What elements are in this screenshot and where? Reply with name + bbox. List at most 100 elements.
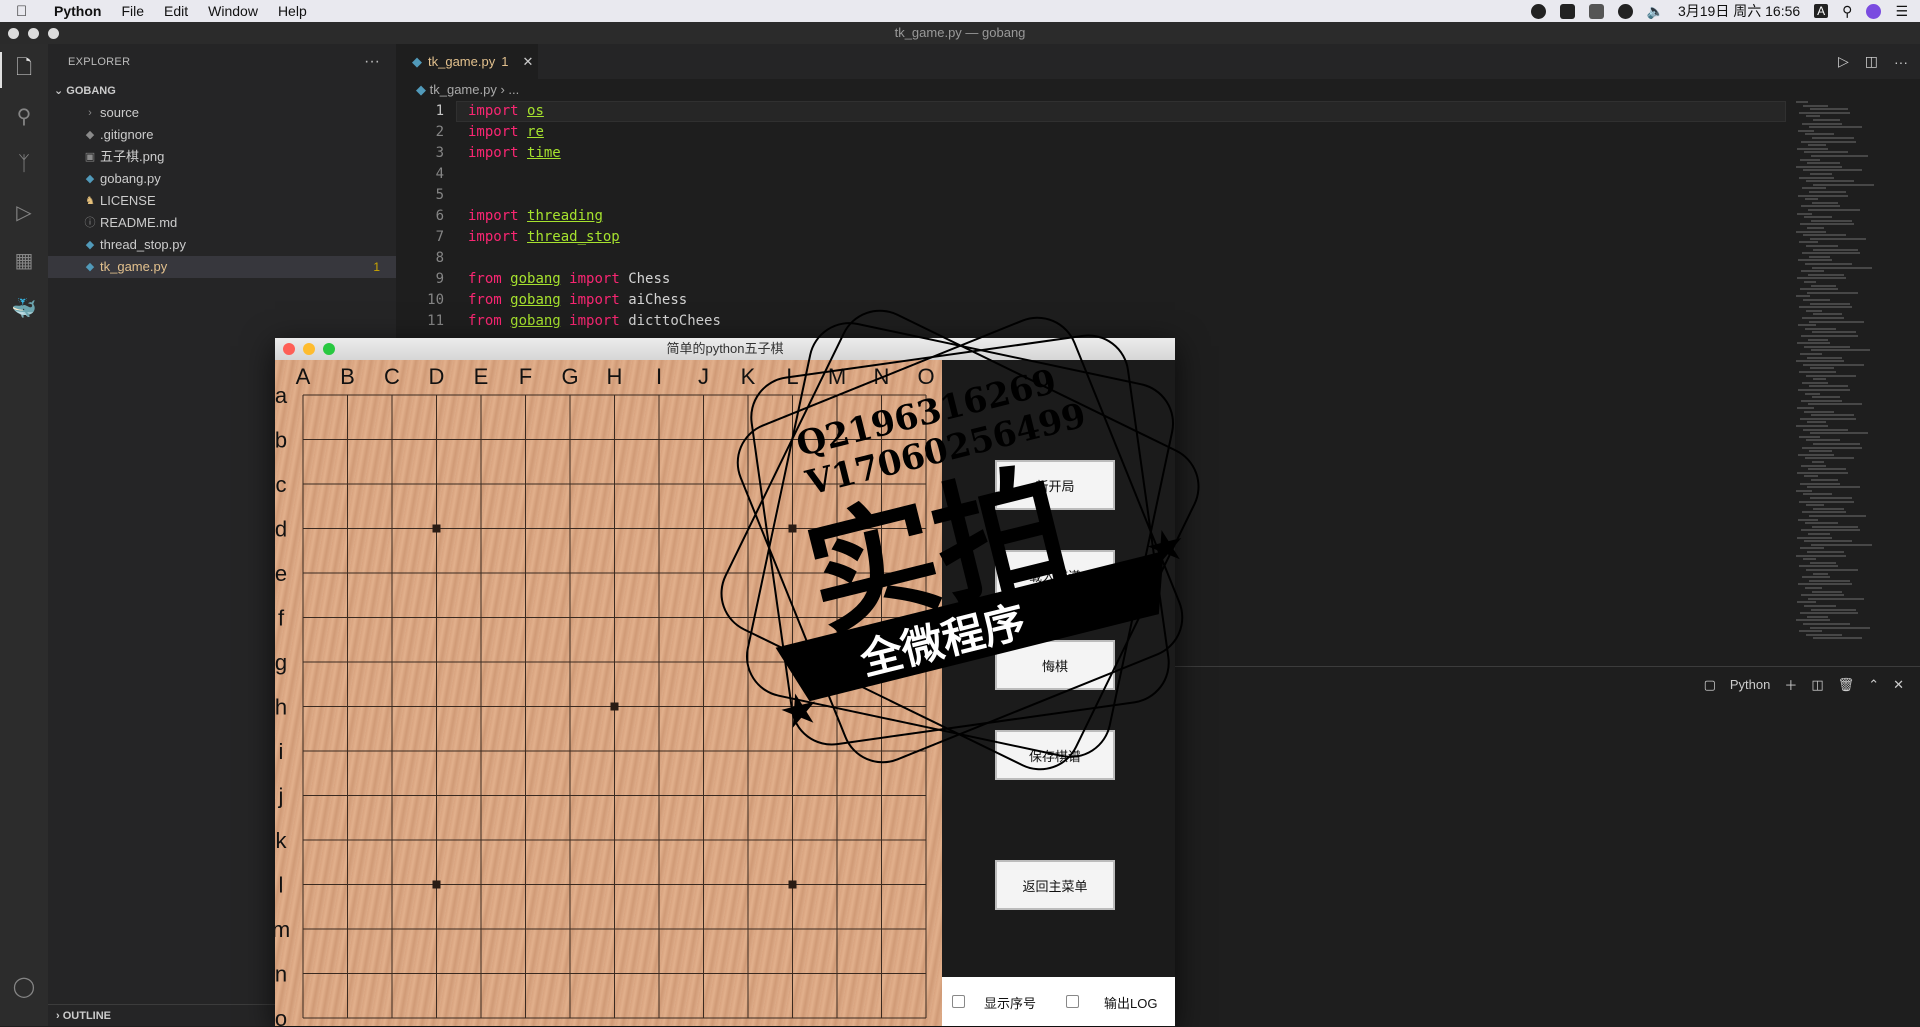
close-window-button[interactable] (8, 28, 19, 39)
code-line[interactable]: import thread_stop (468, 229, 620, 245)
siri-icon[interactable] (1866, 3, 1882, 19)
column-label: H (607, 364, 623, 389)
minimap-line (1804, 605, 1836, 607)
maximize-panel-icon[interactable]: ⌃ (1868, 677, 1879, 693)
folder-gobang[interactable]: ⌄ GOBANG (48, 80, 396, 102)
code-line[interactable]: import re (468, 124, 544, 140)
tk-close-button[interactable] (283, 343, 295, 355)
minimap-line (1806, 504, 1824, 507)
star-point (788, 880, 797, 889)
file-item[interactable]: ⓘ README.md (48, 212, 396, 234)
code-token: Chess (628, 271, 671, 287)
more-icon[interactable]: ··· (1894, 54, 1908, 70)
menu-python[interactable]: Python (54, 3, 101, 19)
wechat-icon[interactable] (1559, 3, 1575, 19)
split-editor-icon[interactable]: ◫ (1865, 53, 1878, 70)
minimap-line (1810, 237, 1866, 240)
code-line[interactable]: from gobang import aiChess (468, 292, 687, 308)
save-record-button[interactable]: 保存棋谱 (995, 730, 1115, 780)
menu-window[interactable]: Window (208, 3, 258, 19)
docker-icon[interactable]: 🐳 (12, 296, 37, 320)
menu-file[interactable]: File (121, 3, 144, 19)
close-tab-icon[interactable]: ✕ (522, 54, 533, 70)
clock[interactable]: 3月19日 周六 16:56 (1678, 1, 1800, 21)
explorer-icon[interactable]: 🗋 (0, 52, 36, 88)
breadcrumb-more[interactable]: ... (508, 82, 519, 97)
minimize-window-button[interactable] (28, 28, 39, 39)
close-panel-icon[interactable]: ✕ (1893, 677, 1904, 693)
record-icon[interactable] (1530, 3, 1546, 19)
terminal-label[interactable]: Python (1730, 677, 1770, 692)
minimap[interactable] (1790, 101, 1910, 666)
code-line[interactable]: import threading (468, 208, 603, 224)
line-number: 2 (435, 124, 444, 140)
minimap-line (1802, 576, 1830, 579)
new-game-button[interactable]: 新开局 (995, 460, 1115, 510)
apple-icon[interactable]:  (16, 3, 36, 20)
image-icon: ▣ (84, 151, 96, 163)
minimap-line (1797, 407, 1814, 409)
breadcrumb: ◆ tk_game.py › ... (396, 79, 1796, 101)
minimap-line (1808, 597, 1864, 600)
go-board[interactable]: Aa Bb Cc Dd Ee Ff Gg Hh Ii Jj Kk Ll Mm Nn Oo (275, 360, 942, 1026)
file-item[interactable]: ◆ .gitignore (48, 124, 396, 146)
code-token: from (468, 313, 502, 329)
volume-icon[interactable]: 🔈 (1647, 3, 1664, 20)
trash-icon[interactable]: 🗑 (1838, 677, 1855, 693)
vpn-icon[interactable] (1617, 3, 1633, 19)
signal-icon[interactable] (1588, 3, 1604, 19)
run-debug-icon[interactable]: ▷ (12, 200, 36, 224)
star-point (788, 524, 797, 533)
python-icon: ◆ (412, 53, 422, 69)
minimap-line (1797, 342, 1830, 345)
file-item[interactable]: ◆ gobang.py (48, 168, 396, 190)
control-center-icon[interactable]: ☰ (1895, 3, 1908, 20)
load-record-button[interactable]: 载入棋谱 (995, 550, 1115, 600)
file-item[interactable]: ♞ LICENSE (48, 190, 396, 212)
show-index-checkbox[interactable] (952, 995, 965, 1008)
minimap-line (1808, 144, 1826, 147)
source-control-icon[interactable]: ᛉ (12, 152, 36, 176)
code-line[interactable]: import time (468, 145, 561, 161)
file-item[interactable]: ◆ tk_game.py 1 (48, 256, 396, 278)
terminal-icon: ▢ (1703, 676, 1716, 692)
file-item[interactable]: › source (48, 102, 396, 124)
extensions-icon[interactable]: ▦ (12, 248, 36, 272)
output-log-checkbox[interactable] (1066, 995, 1079, 1008)
run-icon[interactable]: ▷ (1838, 53, 1849, 70)
column-label: C (384, 364, 400, 389)
back-menu-button[interactable]: 返回主菜单 (995, 860, 1115, 910)
file-item[interactable]: ▣ 五子棋.png (48, 146, 396, 168)
zoom-window-button[interactable] (48, 28, 59, 39)
search-icon[interactable]: ⚲ (12, 104, 36, 128)
code-line[interactable]: from gobang import Chess (468, 271, 670, 287)
input-method-icon[interactable]: A (1814, 4, 1829, 18)
minimap-line (1797, 471, 1848, 474)
code-line[interactable]: from gobang import dicttoChees (468, 313, 721, 329)
minimap-line (1809, 255, 1830, 258)
minimap-line (1808, 273, 1844, 276)
minimap-line (1803, 558, 1816, 561)
spotlight-icon[interactable]: ⚲ (1842, 3, 1852, 20)
minimap-line (1799, 306, 1852, 309)
menu-help[interactable]: Help (278, 3, 307, 19)
row-label: g (275, 650, 287, 675)
code-line[interactable]: import os (468, 103, 544, 119)
undo-button[interactable]: 悔棋 (995, 640, 1115, 690)
star-point (432, 524, 441, 533)
more-actions-icon[interactable]: ··· (364, 44, 380, 80)
file-item[interactable]: ◆ thread_stop.py (48, 234, 396, 256)
tk-minimize-button[interactable] (303, 343, 315, 355)
window-titlebar: tk_game.py — gobang (0, 22, 1920, 44)
tab-tk-game[interactable]: ◆ tk_game.py 1 ✕ (396, 44, 538, 79)
minimap-line (1800, 612, 1858, 615)
add-terminal-icon[interactable]: ＋ (1784, 675, 1797, 694)
menu-edit[interactable]: Edit (164, 3, 188, 19)
split-terminal-icon[interactable]: ◫ (1811, 677, 1823, 693)
tk-zoom-button[interactable] (323, 343, 335, 355)
minimap-line (1802, 511, 1846, 514)
minimap-line (1807, 291, 1858, 294)
breadcrumb-file[interactable]: tk_game.py (430, 82, 497, 97)
minimap-line (1809, 320, 1864, 323)
account-icon[interactable]: ◯ (12, 974, 36, 998)
